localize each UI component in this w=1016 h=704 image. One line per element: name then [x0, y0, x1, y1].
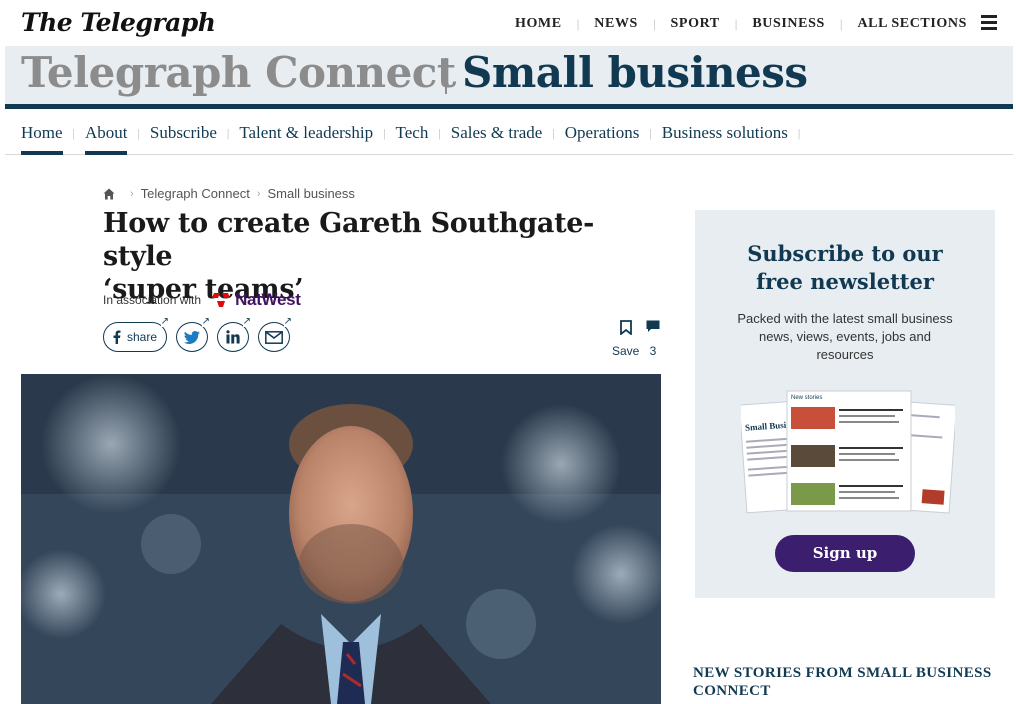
share-label: share	[126, 330, 158, 344]
chevron-right-icon: ›	[130, 187, 134, 200]
secnav-subscribe[interactable]: Subscribe	[150, 123, 217, 143]
secnav-about[interactable]: About	[84, 123, 127, 155]
divider: |	[649, 125, 652, 140]
banner-divider	[445, 58, 447, 94]
secnav-business-solutions[interactable]: Business solutions	[662, 123, 788, 143]
divider: |	[226, 125, 230, 140]
breadcrumb-telegraph-connect[interactable]: Telegraph Connect	[141, 186, 250, 201]
article-hero-image	[21, 374, 661, 704]
association-text: In association with	[103, 293, 202, 307]
divider: |	[797, 125, 801, 140]
newsletter-heading: Subscribe to our free newsletter	[695, 240, 995, 296]
save-label: Save	[612, 344, 640, 358]
top-nav: HOME | NEWS | SPORT | BUSINESS | ALL SEC…	[515, 16, 967, 32]
facebook-share-button[interactable]: share ↗	[103, 317, 169, 352]
comment-icon	[646, 320, 660, 332]
newsletter-ad: Subscribe to our free newsletter Packed …	[695, 210, 995, 598]
sponsor-name: NatWest	[235, 290, 301, 309]
secnav-sales-trade[interactable]: Sales & trade	[451, 123, 543, 143]
external-arrow-icon: ↗	[201, 316, 210, 327]
telegraph-logo[interactable]: The Telegraph	[21, 8, 216, 37]
twitter-icon	[184, 330, 200, 344]
divider: |	[137, 125, 140, 140]
external-arrow-icon: ↗	[283, 316, 292, 327]
section-banner: Telegraph Connect Small business	[5, 46, 1013, 104]
headline-line-1: How to create Gareth Southgate-style	[103, 208, 595, 272]
topnav-business[interactable]: BUSINESS	[752, 16, 825, 32]
banner-brand[interactable]: Telegraph Connect	[21, 48, 456, 97]
breadcrumb-small-business[interactable]: Small business	[267, 186, 354, 201]
email-icon	[265, 330, 283, 344]
divider: |	[734, 16, 738, 31]
breadcrumb: › Telegraph Connect › Small business	[103, 186, 355, 201]
natwest-cubes-icon	[212, 293, 231, 307]
preview-header: New stories	[791, 395, 822, 401]
topnav-home[interactable]: HOME	[515, 16, 562, 32]
facebook-icon	[113, 330, 121, 344]
newsletter-description: Packed with the latest small business ne…	[737, 311, 953, 362]
home-icon[interactable]	[103, 188, 115, 200]
twitter-share-button[interactable]: ↗	[176, 317, 210, 352]
secnav-home[interactable]: Home	[21, 123, 63, 155]
natwest-logo[interactable]: NatWest	[211, 290, 301, 310]
external-arrow-icon: ↗	[160, 316, 169, 327]
divider: |	[383, 125, 386, 140]
divider: |	[552, 125, 555, 140]
signup-button[interactable]: Sign up	[775, 535, 915, 572]
topnav-all-sections[interactable]: ALL SECTIONS	[857, 16, 967, 32]
comment-count: 3	[649, 344, 657, 358]
divider: |	[839, 16, 843, 31]
save-button[interactable]: Save	[612, 320, 639, 358]
email-share-button[interactable]: ↗	[258, 317, 292, 352]
linkedin-share-button[interactable]: ↗	[217, 317, 251, 352]
newsletter-heading-line-2: free newsletter	[756, 269, 934, 294]
sponsor-line: In association with NatWest	[103, 290, 301, 310]
external-arrow-icon: ↗	[242, 316, 251, 327]
bookmark-icon	[619, 320, 632, 336]
divider: |	[576, 16, 580, 31]
banner-section[interactable]: Small business	[462, 48, 808, 97]
comments-button[interactable]: 3	[646, 320, 660, 358]
top-bar: The Telegraph HOME | NEWS | SPORT | BUSI…	[5, 0, 1013, 46]
divider: |	[438, 125, 441, 140]
newsletter-preview-image: Small Busi New stories	[738, 385, 958, 515]
linkedin-icon	[226, 330, 240, 344]
newsletter-heading-line-1: Subscribe to our	[747, 241, 943, 266]
secnav-talent-leadership[interactable]: Talent & leadership	[239, 123, 373, 143]
secnav-tech[interactable]: Tech	[396, 123, 429, 143]
menu-icon[interactable]	[981, 15, 997, 30]
chevron-right-icon: ›	[256, 187, 261, 200]
topnav-news[interactable]: NEWS	[594, 16, 638, 32]
new-stories-heading: NEW STORIES FROM SMALL BUSINESS CONNECT	[693, 665, 992, 699]
share-bar: share ↗ ↗ ↗ ↗	[103, 317, 299, 352]
topnav-sport[interactable]: SPORT	[671, 16, 720, 32]
divider: |	[652, 16, 656, 31]
secnav-operations[interactable]: Operations	[565, 123, 640, 143]
divider: |	[72, 125, 75, 140]
section-nav: Home | About | Subscribe | Talent & lead…	[5, 109, 1013, 155]
